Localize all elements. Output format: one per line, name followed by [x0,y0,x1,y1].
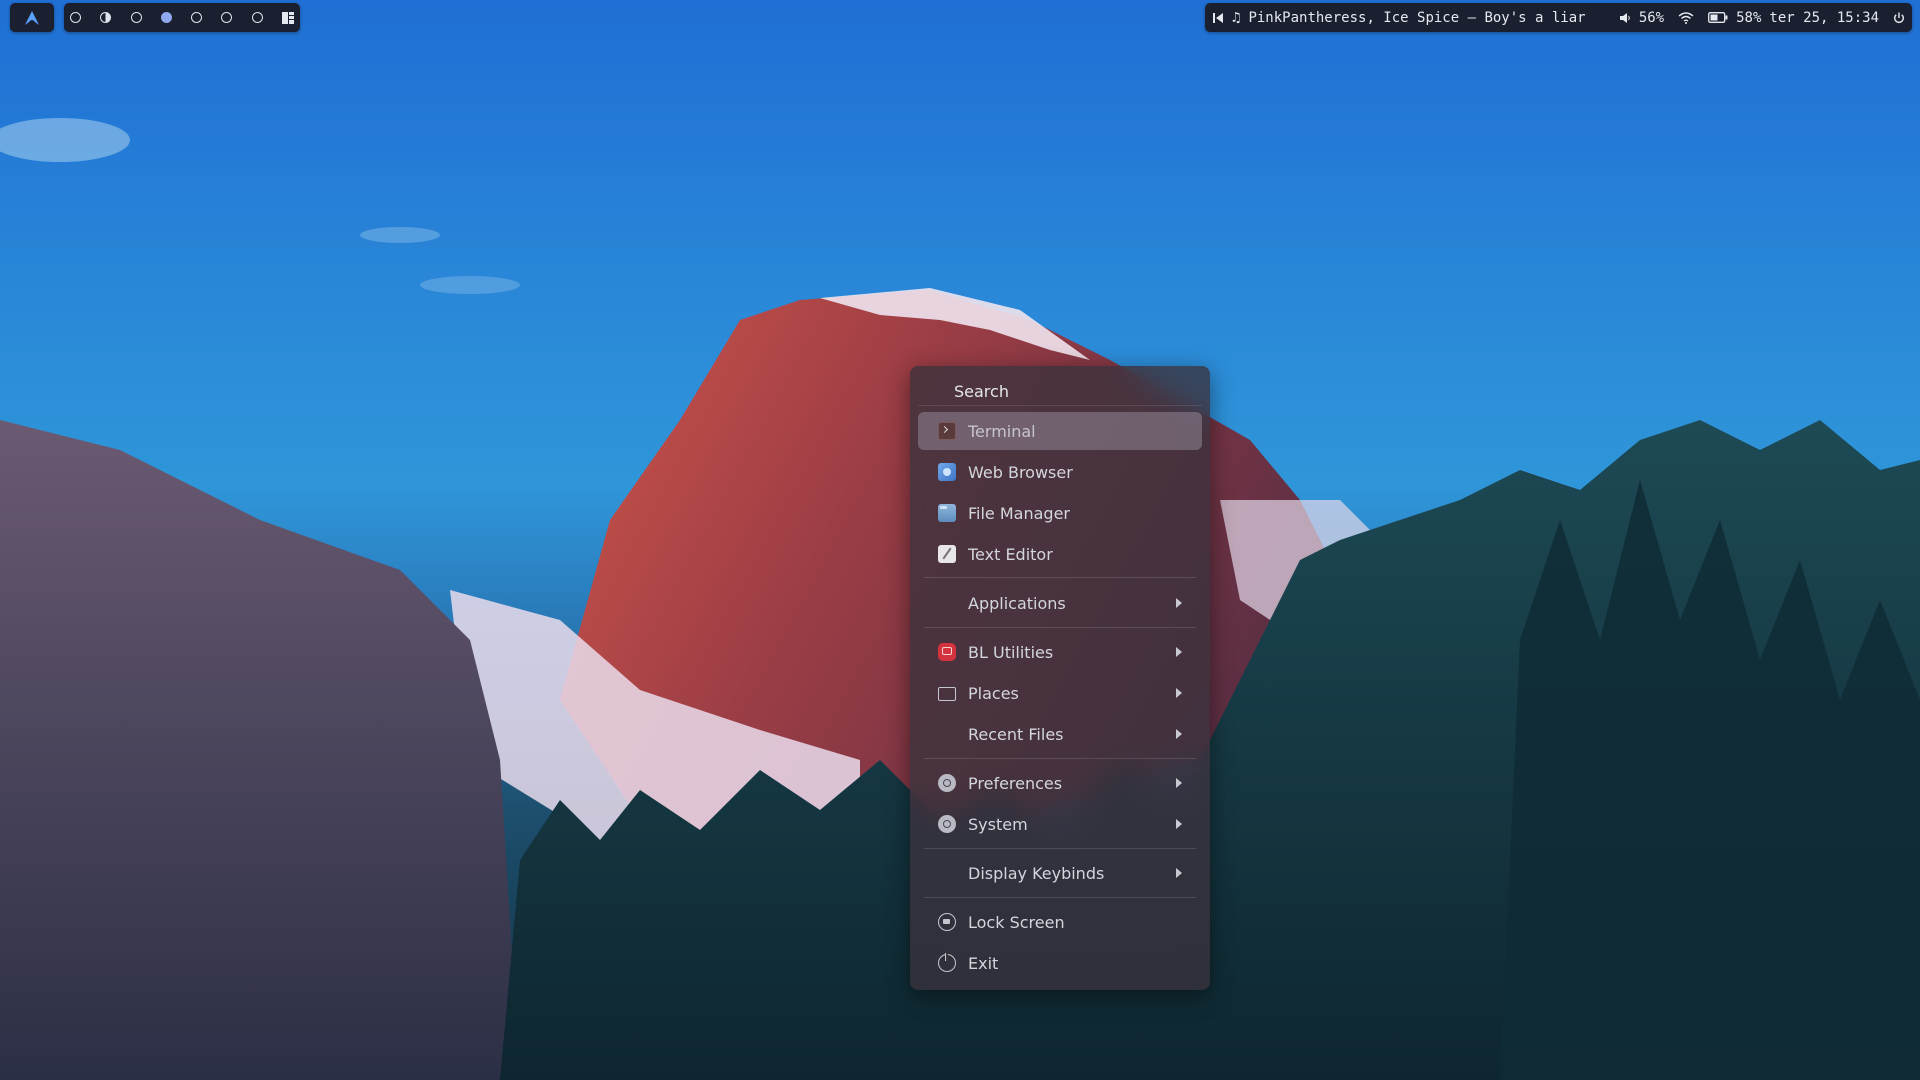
workspace-2[interactable] [100,12,112,23]
now-playing-text[interactable]: PinkPantheress, Ice Spice – Boy's a liar [1248,10,1610,26]
power-menu-icon[interactable] [1893,12,1905,24]
folder-icon [938,687,956,701]
menu-item-web-browser[interactable]: Web Browser [918,453,1202,491]
bl-utilities-icon [938,643,956,661]
menu-item-label: BL Utilities [968,642,1054,662]
menu-separator [924,848,1196,849]
menu-item-places[interactable]: Places [918,674,1202,712]
arch-logo-icon [25,10,39,25]
menu-item-label: Applications [968,593,1066,613]
music-note-icon: ♫ [1232,9,1241,26]
lock-icon [938,913,956,931]
workspace-7[interactable] [251,12,263,23]
previous-track-icon[interactable] [1212,12,1224,24]
submenu-arrow-icon [1176,868,1182,878]
battery-icon [1708,12,1728,23]
desktop: ♫ PinkPantheress, Ice Spice – Boy's a li… [0,0,1920,1080]
power-icon [938,953,956,972]
web-browser-icon [938,463,956,481]
menu-item-bl-utilities[interactable]: BL Utilities [918,633,1202,671]
menu-separator [924,627,1196,628]
menu-item-lock-screen[interactable]: Lock Screen [918,903,1202,941]
menu-item-label: System [968,814,1028,834]
launcher-button[interactable] [10,3,54,32]
workspace-switcher [64,3,300,32]
clock[interactable]: ter 25, 15:34 [1769,10,1879,26]
menu-item-label: Recent Files [968,724,1064,744]
text-editor-icon [938,545,956,563]
menu-separator [924,577,1196,578]
menu-item-label: Preferences [968,773,1063,793]
menu-item-label: Web Browser [968,462,1073,482]
system-icon [938,815,956,833]
menu-item-label: Text Editor [968,544,1053,564]
menu-item-label: Places [968,683,1019,703]
submenu-arrow-icon [1176,688,1182,698]
menu-item-label: Exit [968,953,999,973]
menu-item-recent-files[interactable]: Recent Files [918,715,1202,753]
volume-level: 56% [1638,9,1665,26]
file-manager-icon [938,504,956,522]
status-bar: ♫ PinkPantheress, Ice Spice – Boy's a li… [1205,3,1912,32]
menu-separator [924,758,1196,759]
battery-level: 58% [1736,9,1762,26]
menu-item-text-editor[interactable]: Text Editor [918,535,1202,573]
menu-item-applications[interactable]: Applications [918,584,1202,622]
submenu-arrow-icon [1176,819,1182,829]
menu-search[interactable]: Search [918,378,1202,406]
workspace-1[interactable] [70,12,81,23]
volume-icon[interactable] [1619,12,1631,24]
menu-item-label: Terminal [968,421,1036,441]
submenu-arrow-icon [1176,598,1182,608]
workspace-5[interactable] [191,12,203,23]
menu-item-label: Lock Screen [968,912,1065,932]
menu-separator [924,897,1196,898]
menu-item-file-manager[interactable]: File Manager [918,494,1202,532]
menu-item-label: Display Keybinds [968,863,1105,883]
terminal-icon [938,422,956,440]
tiling-layout-icon[interactable] [281,11,294,24]
wifi-icon[interactable] [1678,11,1694,24]
workspace-4[interactable] [160,12,172,23]
menu-item-preferences[interactable]: Preferences [918,764,1202,802]
menu-item-display-keybinds[interactable]: Display Keybinds [918,854,1202,892]
menu-item-terminal[interactable]: Terminal [918,412,1202,450]
workspace-6[interactable] [221,12,233,23]
root-menu: Search Terminal Web Browser File Manager… [910,366,1210,990]
preferences-icon [938,774,956,792]
menu-item-label: File Manager [968,503,1070,523]
menu-item-system[interactable]: System [918,805,1202,843]
workspace-3[interactable] [130,12,142,23]
submenu-arrow-icon [1176,778,1182,788]
submenu-arrow-icon [1176,729,1182,739]
submenu-arrow-icon [1176,647,1182,657]
menu-item-exit[interactable]: Exit [918,944,1202,982]
